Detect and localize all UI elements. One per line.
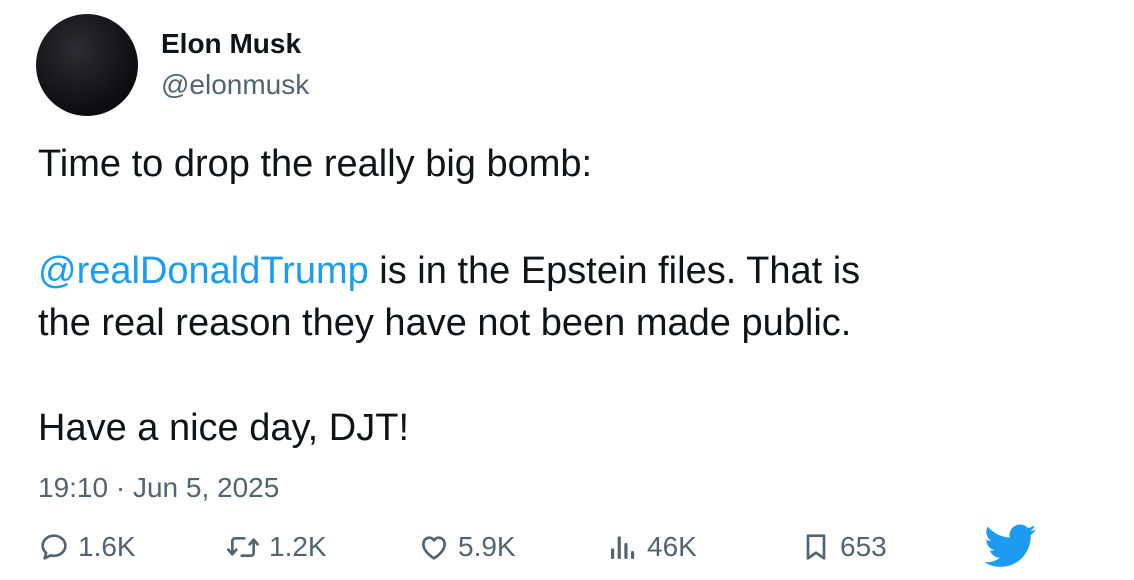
bookmark-count: 653 [840, 531, 887, 562]
mention-link[interactable]: @realDonaldTrump [38, 250, 369, 292]
avatar[interactable] [36, 14, 138, 116]
action-bar: 1.6K 1.2K 5.9K 46K 653 [0, 522, 1134, 572]
like-count: 5.9K [458, 531, 516, 562]
retweet-count: 1.2K [269, 531, 327, 562]
bookmark-button[interactable]: 653 [800, 522, 887, 572]
author-name[interactable]: Elon Musk [161, 28, 301, 60]
tweet-text-line-1: Time to drop the really big bomb: [38, 143, 593, 185]
tweet-text-line-2: @realDonaldTrump is in the Epstein files… [38, 248, 860, 294]
like-button[interactable]: 5.9K [418, 522, 516, 572]
tweet-text-line-4: Have a nice day, DJT! [38, 407, 410, 449]
retweet-button[interactable]: 1.2K [225, 522, 327, 572]
tweet-text-line-3: the real reason they have not been made … [38, 302, 852, 344]
author-handle[interactable]: @elonmusk [161, 69, 309, 101]
tweet-timestamp[interactable]: 19:10 · Jun 5, 2025 [38, 472, 279, 504]
bookmark-icon [806, 534, 826, 560]
like-icon [422, 536, 446, 560]
views-button[interactable]: 46K [607, 522, 697, 572]
reply-icon [41, 534, 67, 560]
tweet-text-line-2-rest: is in the Epstein files. That is [368, 250, 861, 292]
views-count: 46K [647, 531, 697, 562]
reply-count: 1.6K [78, 531, 136, 562]
retweet-icon [226, 537, 259, 557]
tweet-card: Elon Musk @elonmusk Time to drop the rea… [0, 0, 1134, 580]
twitter-bird-icon [985, 524, 1037, 567]
reply-button[interactable]: 1.6K [38, 522, 136, 572]
views-icon [611, 536, 635, 559]
